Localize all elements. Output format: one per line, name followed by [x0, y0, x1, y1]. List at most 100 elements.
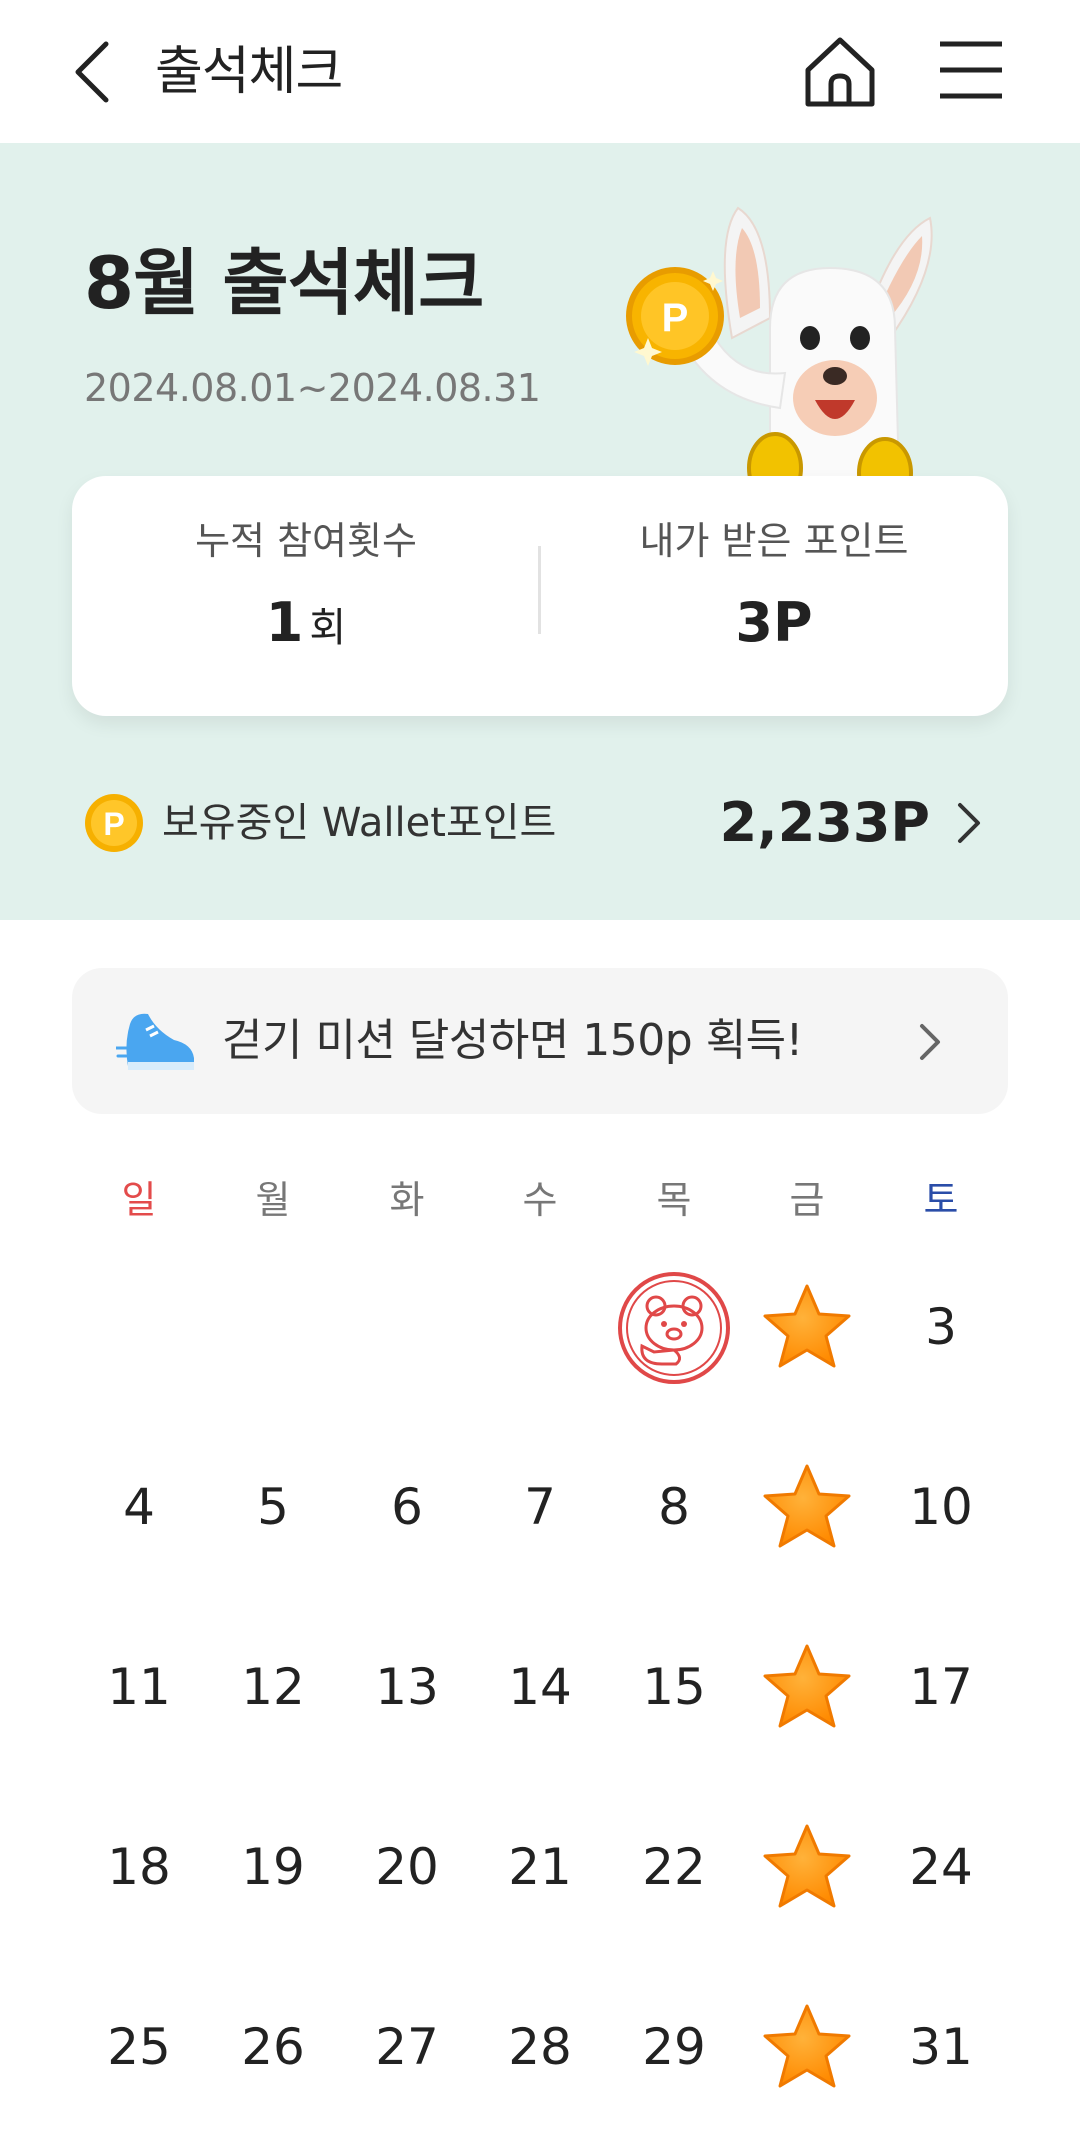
- menu-button[interactable]: [936, 38, 1006, 102]
- calendar-day-number: 12: [241, 1658, 305, 1716]
- calendar-day-attended-stamp: [607, 1240, 741, 1420]
- participation-value: 1회: [72, 588, 540, 663]
- calendar-empty-cell: [340, 1240, 474, 1420]
- calendar-week-row: 3: [72, 1240, 1008, 1420]
- chevron-right-icon: [958, 803, 980, 843]
- calendar-day-number: 25: [107, 2018, 171, 2076]
- hamburger-menu-icon: [940, 41, 1002, 99]
- star-icon: [763, 1644, 851, 1728]
- page-title: 출석체크: [155, 42, 343, 102]
- home-button[interactable]: [800, 32, 880, 112]
- chevron-left-icon: [75, 41, 109, 103]
- weekday-mon: 월: [255, 1178, 291, 1222]
- calendar-day-number: 21: [508, 1838, 572, 1896]
- calendar-day: 7: [473, 1420, 607, 1600]
- calendar-day-number: 4: [123, 1478, 155, 1536]
- points-stat: 내가 받은 포인트 3P: [540, 476, 1008, 716]
- participation-count: 1: [265, 591, 304, 654]
- calendar-empty-cell: [72, 1240, 206, 1420]
- banner-text: 걷기 미션 달성하면 150p 획득!: [222, 1015, 803, 1066]
- calendar-day: 20: [340, 1780, 474, 1960]
- calendar-week-row: 25 26 27 28 29 31: [72, 1960, 1008, 2140]
- attendance-hero: 8월 출석체크 2024.08.01~2024.08.31 P 누적 참여횟수: [0, 143, 1080, 920]
- calendar-day: 5: [206, 1420, 340, 1600]
- weekday-thu: 목: [656, 1178, 692, 1222]
- calendar-day-number: 27: [375, 2018, 439, 2076]
- attendance-stats-card: 누적 참여횟수 1회 내가 받은 포인트 3P: [72, 476, 1008, 716]
- calendar-day-number: 18: [107, 1838, 171, 1896]
- calendar-day: 26: [206, 1960, 340, 2140]
- calendar-day-number: 6: [391, 1478, 423, 1536]
- calendar-day-number: 3: [925, 1298, 957, 1356]
- calendar-day: 14: [473, 1600, 607, 1780]
- calendar-day-number: 15: [642, 1658, 706, 1716]
- back-button[interactable]: [68, 36, 120, 108]
- star-icon: [763, 1284, 851, 1368]
- alpaca-mascot-illustration: P: [626, 206, 933, 518]
- calendar-day-number: 14: [508, 1658, 572, 1716]
- weekday-wed: 수: [522, 1178, 558, 1222]
- wallet-label: 보유중인 Wallet포인트: [162, 800, 557, 846]
- calendar-day: 18: [72, 1780, 206, 1960]
- calendar-week-row: 4 5 6 7 8 10: [72, 1420, 1008, 1600]
- calendar-day-number: 31: [909, 2018, 973, 2076]
- calendar-day: 21: [473, 1780, 607, 1960]
- calendar-day-number: 29: [642, 2018, 706, 2076]
- calendar-day-number: 10: [909, 1478, 973, 1536]
- calendar-day: 10: [874, 1420, 1008, 1600]
- calendar-day: 3: [874, 1240, 1008, 1420]
- star-icon: [763, 1824, 851, 1908]
- app-header: 출석체크: [0, 0, 1080, 143]
- calendar-day: 24: [874, 1780, 1008, 1960]
- home-icon: [805, 37, 875, 107]
- calendar-week-row: 18 19 20 21 22 24: [72, 1780, 1008, 1960]
- calendar-day: 25: [72, 1960, 206, 2140]
- weekday-tue: 화: [389, 1178, 425, 1222]
- calendar-day: 22: [607, 1780, 741, 1960]
- calendar-day: 19: [206, 1780, 340, 1960]
- calendar-day-number: 19: [241, 1838, 305, 1896]
- bear-stamp-icon: [618, 1272, 730, 1384]
- calendar-day-reward-star: [740, 1240, 874, 1420]
- wallet-points-row[interactable]: P 보유중인 Wallet포인트 2,233P: [84, 783, 984, 863]
- month-title: 8월 출석체크: [84, 241, 484, 325]
- calendar-day: 28: [473, 1960, 607, 2140]
- calendar-day: 13: [340, 1600, 474, 1780]
- calendar-day: 31: [874, 1960, 1008, 2140]
- calendar-day-number: 5: [257, 1478, 289, 1536]
- calendar-day-number: 20: [375, 1838, 439, 1896]
- calendar-day-number: 17: [909, 1658, 973, 1716]
- coin-letter: P: [662, 296, 689, 340]
- calendar-day: 15: [607, 1600, 741, 1780]
- calendar-day-reward-star: [740, 1780, 874, 1960]
- calendar-day-reward-star: [740, 1420, 874, 1600]
- calendar-day: 29: [607, 1960, 741, 2140]
- participation-stat: 누적 참여횟수 1회: [72, 476, 540, 716]
- star-icon: [763, 2004, 851, 2088]
- calendar-day-reward-star: [740, 1960, 874, 2140]
- calendar-day: 4: [72, 1420, 206, 1600]
- calendar-grid: 3 4 5 6 7 8 10 11 12 13 14 15 17 18 19 20 21 22 24 25 26 27 28…: [72, 1240, 1008, 2140]
- calendar-day-number: 11: [107, 1658, 171, 1716]
- weekday-sun: 일: [121, 1178, 157, 1222]
- participation-label: 누적 참여횟수: [195, 519, 417, 563]
- participation-unit: 회: [309, 605, 347, 651]
- star-icon: [763, 1464, 851, 1548]
- calendar-day-number: 7: [524, 1478, 556, 1536]
- calendar-day: 12: [206, 1600, 340, 1780]
- event-period: 2024.08.01~2024.08.31: [84, 366, 541, 410]
- wallet-coin-letter: P: [103, 806, 124, 842]
- calendar-day-number: 22: [642, 1838, 706, 1896]
- calendar-week-row: 11 12 13 14 15 17: [72, 1600, 1008, 1780]
- weekday-sat: 토: [923, 1178, 959, 1222]
- walking-mission-banner[interactable]: 걷기 미션 달성하면 150p 획득!: [72, 968, 1008, 1114]
- calendar-day: 8: [607, 1420, 741, 1600]
- calendar-day-number: 8: [658, 1478, 690, 1536]
- calendar-day: 17: [874, 1600, 1008, 1780]
- calendar-empty-cell: [473, 1240, 607, 1420]
- calendar-day: 11: [72, 1600, 206, 1780]
- wallet-amount: 2,233P: [719, 791, 930, 854]
- calendar-day: 27: [340, 1960, 474, 2140]
- calendar-weekday-header: 일 월 화 수 목 금 토: [72, 1165, 1008, 1235]
- calendar-day-number: 24: [909, 1838, 973, 1896]
